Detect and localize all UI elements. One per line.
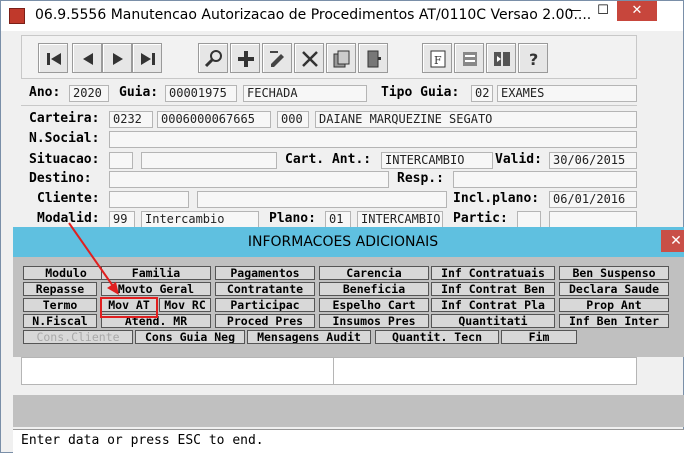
annotation-arrow: [68, 222, 119, 295]
app-window: 06.9.5556 Manutencao Autorizacao de Proc…: [0, 0, 684, 453]
